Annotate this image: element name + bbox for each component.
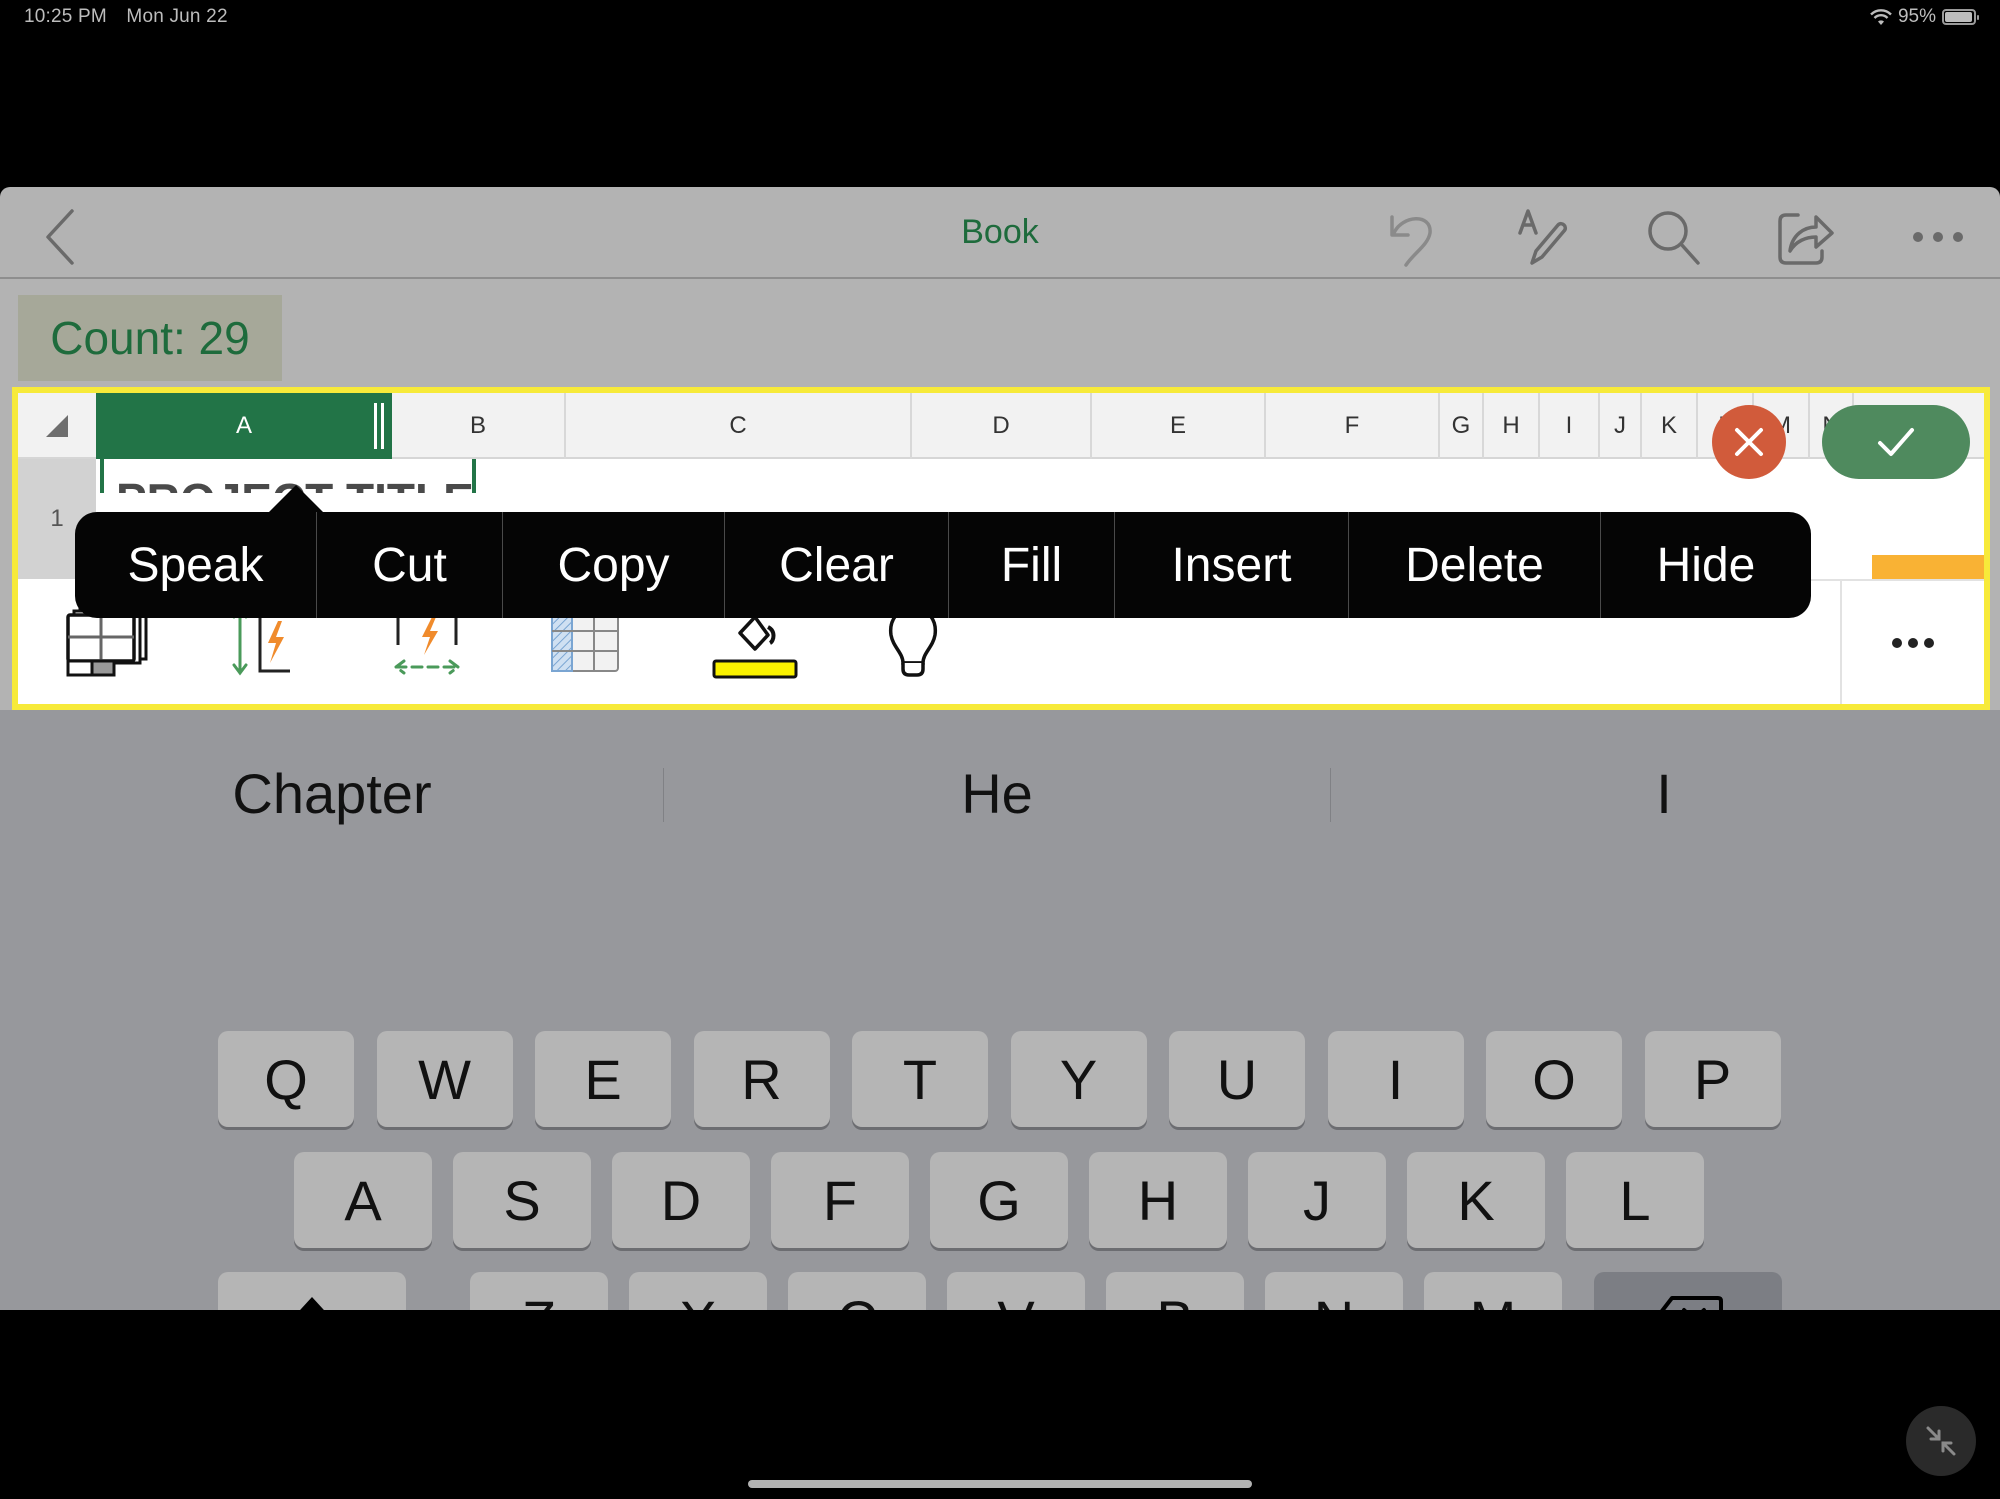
key-m[interactable]: M bbox=[1424, 1272, 1562, 1310]
key-o[interactable]: O bbox=[1486, 1031, 1622, 1127]
key-h[interactable]: H bbox=[1089, 1152, 1227, 1248]
key-t[interactable]: T bbox=[852, 1031, 988, 1127]
column-header-row: ABCDEFGHIJKLMN bbox=[18, 393, 1984, 459]
select-all-triangle-icon bbox=[46, 415, 68, 437]
battery-icon bbox=[1942, 9, 1979, 25]
key-r[interactable]: R bbox=[693, 1031, 830, 1127]
key-p[interactable]: P bbox=[1644, 1031, 1781, 1127]
battery-level bbox=[1945, 12, 1972, 22]
key-l[interactable]: L bbox=[1566, 1152, 1704, 1248]
context-menu-hide[interactable]: Hide bbox=[1601, 512, 1811, 618]
share-button[interactable] bbox=[1774, 205, 1838, 269]
suggestion-3[interactable]: I bbox=[1331, 748, 1997, 838]
cell-context-menu: Speak Cut Copy Clear Fill Insert Delete Hide bbox=[75, 512, 1811, 618]
collapse-arrows-icon bbox=[1926, 1426, 1956, 1456]
context-menu-delete[interactable]: Delete bbox=[1349, 512, 1601, 618]
column-header-i[interactable]: I bbox=[1540, 393, 1600, 459]
context-menu-insert[interactable]: Insert bbox=[1115, 512, 1349, 618]
minimize-keyboard-button[interactable] bbox=[1906, 1406, 1976, 1476]
column-header-b[interactable]: B bbox=[392, 393, 566, 459]
column-header-f[interactable]: F bbox=[1266, 393, 1440, 459]
key-w[interactable]: W bbox=[376, 1031, 513, 1127]
draw-button[interactable] bbox=[1512, 205, 1576, 269]
column-resize-handle[interactable] bbox=[374, 403, 384, 449]
suggestion-2[interactable]: He bbox=[664, 748, 1330, 838]
column-header-h[interactable]: H bbox=[1484, 393, 1540, 459]
key-s[interactable]: S bbox=[453, 1152, 591, 1248]
undo-icon bbox=[1390, 215, 1432, 267]
shift-arrow-icon bbox=[300, 1297, 324, 1310]
key-f[interactable]: F bbox=[771, 1152, 909, 1248]
key-g[interactable]: G bbox=[930, 1152, 1068, 1248]
key-j[interactable]: J bbox=[1248, 1152, 1386, 1248]
undo-button[interactable] bbox=[1380, 205, 1444, 269]
status-bar-right: 95% bbox=[1870, 6, 1979, 28]
key-n[interactable]: N bbox=[1265, 1272, 1403, 1310]
close-x-icon bbox=[1735, 428, 1763, 456]
key-z[interactable]: Z bbox=[470, 1272, 608, 1310]
search-icon bbox=[1648, 211, 1700, 265]
key-i[interactable]: I bbox=[1327, 1031, 1464, 1127]
key-a[interactable]: A bbox=[294, 1152, 432, 1248]
context-menu-fill[interactable]: Fill bbox=[949, 512, 1115, 618]
app-navbar: Book bbox=[0, 187, 2000, 279]
context-menu-clear[interactable]: Clear bbox=[725, 512, 949, 618]
more-button[interactable] bbox=[1906, 205, 1970, 269]
key-x[interactable]: X bbox=[629, 1272, 767, 1310]
backspace-key[interactable] bbox=[1594, 1272, 1782, 1310]
shift-key[interactable] bbox=[218, 1272, 406, 1310]
key-b[interactable]: B bbox=[1106, 1272, 1244, 1310]
column-header-g[interactable]: G bbox=[1440, 393, 1484, 459]
column-header-k[interactable]: K bbox=[1642, 393, 1698, 459]
freeze-panes-icon bbox=[551, 610, 619, 672]
context-menu-cut[interactable]: Cut bbox=[317, 512, 503, 618]
excel-app-window: Book Count: 29 A B C D E F G H I J K 1 C… bbox=[0, 187, 2000, 1310]
onscreen-keyboard: Chapter He I QWERTYUIOPASDFGHJKLZXCVBNM1… bbox=[0, 710, 2000, 1310]
home-indicator[interactable] bbox=[748, 1480, 1252, 1488]
key-v[interactable]: V bbox=[947, 1272, 1085, 1310]
column-header-c[interactable]: C bbox=[566, 393, 912, 459]
backspace-icon bbox=[1660, 1296, 1723, 1310]
draw-pen-icon bbox=[1518, 209, 1568, 265]
column-header-d[interactable]: D bbox=[912, 393, 1092, 459]
key-q[interactable]: Q bbox=[218, 1031, 354, 1127]
key-k[interactable]: K bbox=[1407, 1152, 1545, 1248]
search-button[interactable] bbox=[1642, 205, 1706, 269]
context-menu-speak[interactable]: Speak bbox=[75, 512, 317, 618]
key-y[interactable]: Y bbox=[1010, 1031, 1147, 1127]
cancel-edit-button[interactable] bbox=[1712, 405, 1786, 479]
key-d[interactable]: D bbox=[612, 1152, 750, 1248]
key-u[interactable]: U bbox=[1169, 1031, 1305, 1127]
status-bar-left: 10:25 PM Mon Jun 22 bbox=[24, 6, 242, 28]
battery-percent: 95% bbox=[1897, 6, 1936, 27]
select-all-button[interactable] bbox=[18, 393, 96, 459]
column-header-e[interactable]: E bbox=[1092, 393, 1266, 459]
more-horizontal-icon bbox=[1913, 232, 1963, 242]
count-status-badge: Count: 29 bbox=[18, 295, 282, 381]
status-time: 10:25 PM bbox=[24, 6, 107, 27]
column-header-a[interactable]: A bbox=[96, 393, 392, 459]
wifi-icon bbox=[1870, 8, 1892, 25]
share-icon bbox=[1778, 213, 1834, 265]
context-menu-copy[interactable]: Copy bbox=[503, 512, 725, 618]
key-c[interactable]: C bbox=[788, 1272, 926, 1310]
accept-edit-button[interactable] bbox=[1822, 405, 1970, 479]
context-menu-pointer bbox=[266, 485, 326, 515]
status-date: Mon Jun 22 bbox=[126, 6, 228, 27]
suggestion-1[interactable]: Chapter bbox=[120, 748, 544, 838]
key-e[interactable]: E bbox=[535, 1031, 671, 1127]
more-horizontal-icon bbox=[1889, 637, 1937, 648]
column-header-j[interactable]: J bbox=[1600, 393, 1642, 459]
checkmark-icon bbox=[1878, 428, 1914, 456]
more-tools-button[interactable] bbox=[1840, 581, 1984, 704]
